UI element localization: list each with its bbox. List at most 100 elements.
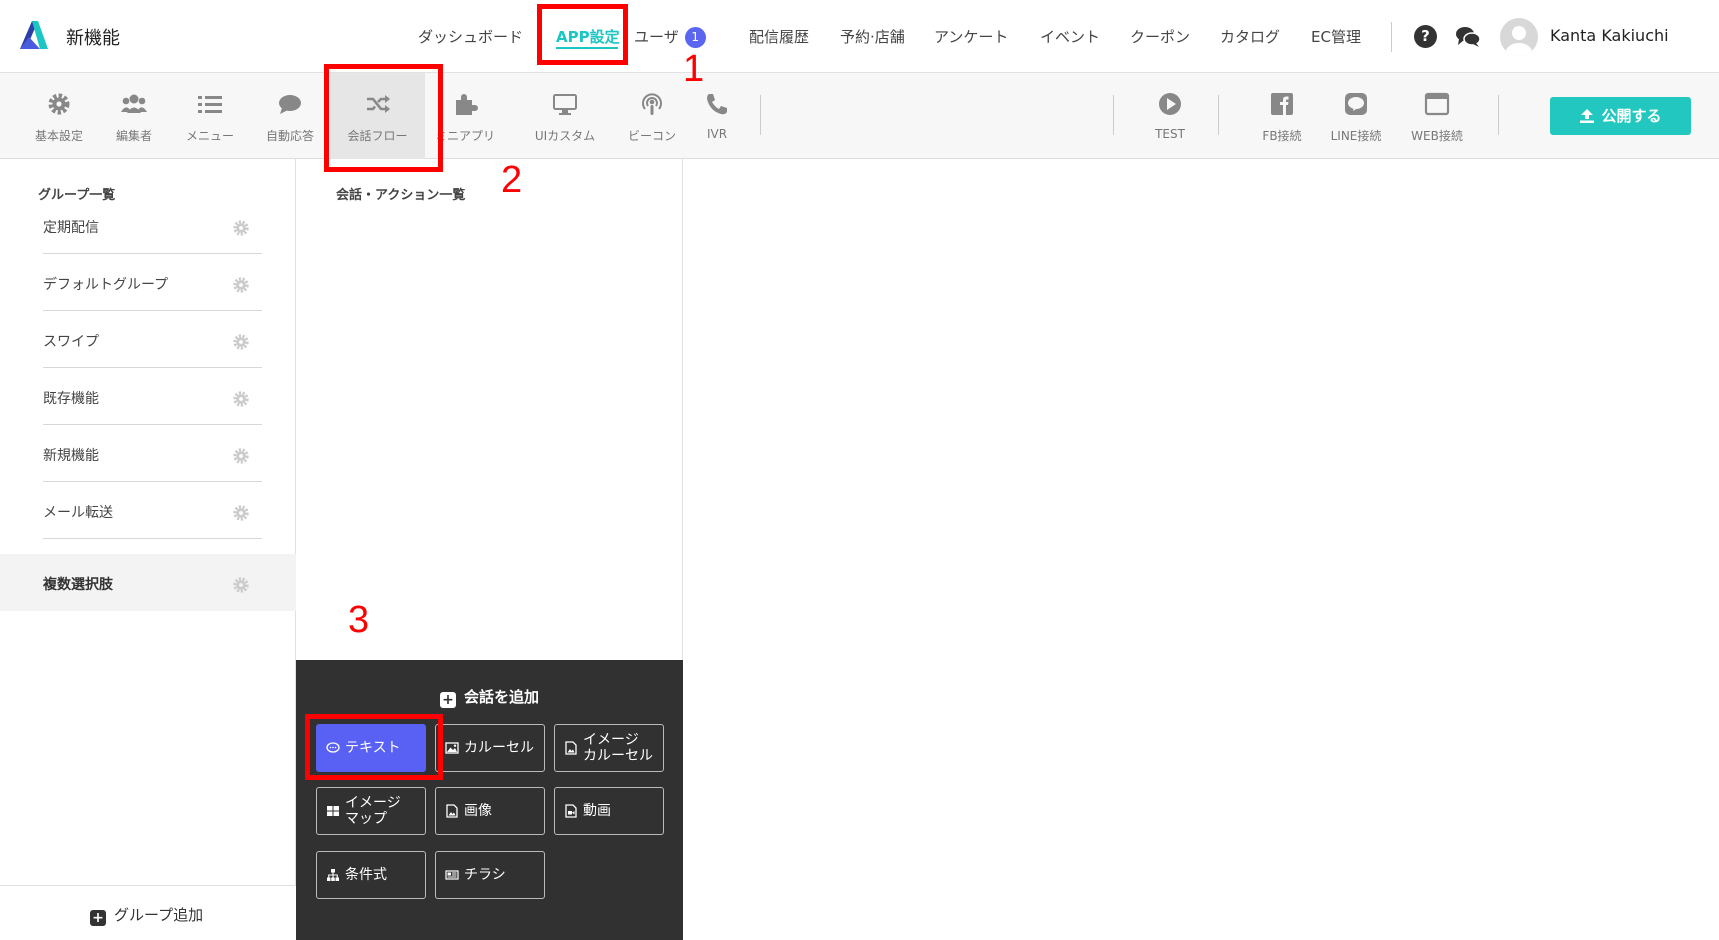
tool-test[interactable]: TEST [1130, 73, 1210, 159]
gear-icon[interactable] [232, 447, 250, 465]
tool-label: FB接続 [1262, 129, 1302, 143]
add-group-button[interactable]: + グループ追加 [0, 885, 296, 940]
button-label: カルーセル [464, 740, 534, 756]
puzzle-icon [456, 94, 478, 115]
file-image-icon [446, 804, 458, 818]
button-label: 動画 [583, 803, 611, 819]
play-icon [1159, 93, 1181, 115]
group-item[interactable]: 既存機能 [0, 368, 296, 425]
add-condition-button[interactable]: 条件式 [316, 851, 426, 899]
tool-basic-settings[interactable]: 基本設定 [20, 73, 98, 159]
tool-menu[interactable]: メニュー [170, 73, 250, 159]
group-item[interactable]: スワイプ [0, 311, 296, 368]
group-item[interactable]: 定期配信 [0, 197, 296, 254]
tool-label: 自動応答 [265, 129, 314, 143]
nav-coupons[interactable]: クーポン [1130, 26, 1190, 47]
gear-icon[interactable] [232, 276, 250, 294]
button-label: 画像 [464, 803, 492, 819]
gear-icon[interactable] [232, 576, 250, 594]
add-image-carousel-button[interactable]: イメージ カルーセル [554, 724, 664, 772]
plus-square-icon: + [90, 910, 106, 926]
nav-reservations[interactable]: 予約·店舗 [840, 26, 905, 47]
group-item[interactable]: メール転送 [0, 482, 296, 539]
line-icon [1345, 93, 1367, 115]
top-navigation: 新機能 ダッシュボード APP設定 ユーザ 1 配信履歴 予約·店舗 アンケート … [0, 0, 1719, 73]
nav-events[interactable]: イベント [1040, 26, 1100, 47]
annotation-number-1: 1 [683, 48, 705, 90]
add-conversation-panel: + 会話を追加 テキスト カルーセル イメージ カルーセル イメージ マップ 画像 動… [296, 660, 683, 940]
gear-icon[interactable] [232, 504, 250, 522]
gear-icon[interactable] [232, 390, 250, 408]
toolbar-separator [760, 95, 761, 135]
group-sidebar: グループ一覧 定期配信 デフォルトグループ スワイプ 既存機能 新規機能 メール… [0, 159, 296, 940]
file-video-icon [565, 804, 577, 818]
nav-catalog[interactable]: カタログ [1220, 26, 1280, 47]
tool-label: UIカスタム [534, 129, 596, 143]
add-imagemap-button[interactable]: イメージ マップ [316, 787, 426, 835]
tool-label: TEST [1155, 127, 1185, 141]
annotation-number-2: 2 [501, 159, 523, 201]
help-icon[interactable]: ? [1414, 25, 1437, 48]
button-label-two-line: イメージ カルーセル [583, 732, 653, 764]
button-label-line2: マップ [345, 811, 387, 827]
publish-label: 公開する [1601, 107, 1662, 125]
nav-ec-management[interactable]: EC管理 [1311, 26, 1361, 47]
toolbar-separator [1218, 95, 1219, 135]
annotation-number-3: 3 [348, 599, 370, 641]
gear-icon[interactable] [232, 219, 250, 237]
group-item[interactable]: 新規機能 [0, 425, 296, 482]
upload-icon [1580, 109, 1595, 123]
user-silhouette-icon [1506, 26, 1532, 56]
group-label: 定期配信 [43, 220, 99, 236]
app-title: 新機能 [66, 28, 120, 49]
user-avatar[interactable] [1500, 18, 1538, 56]
button-label: チラシ [464, 867, 506, 883]
nav-users[interactable]: ユーザ 1 [634, 26, 706, 48]
button-label: 条件式 [345, 867, 387, 883]
nav-survey[interactable]: アンケート [934, 26, 1008, 47]
tool-label: 編集者 [115, 129, 152, 143]
add-group-label: グループ追加 [114, 906, 204, 924]
tool-line-connect[interactable]: LINE接続 [1316, 73, 1396, 159]
nav-dashboard[interactable]: ダッシュボード [418, 26, 523, 47]
tool-label: LINE接続 [1330, 129, 1382, 143]
tool-auto-reply[interactable]: 自動応答 [250, 73, 330, 159]
group-item[interactable]: デフォルトグループ [0, 254, 296, 311]
nav-delivery-history[interactable]: 配信履歴 [749, 26, 809, 47]
tool-ui-custom[interactable]: UIカスタム [525, 73, 605, 159]
tool-web-connect[interactable]: WEB接続 [1397, 73, 1477, 159]
toolbar-separator [1113, 95, 1114, 135]
podcast-icon [642, 93, 662, 115]
publish-button[interactable]: 公開する [1550, 97, 1691, 135]
app-logo-icon[interactable] [18, 19, 50, 51]
nav-users-label: ユーザ [634, 28, 679, 46]
user-name[interactable]: Kanta Kakiuchi [1550, 26, 1669, 45]
facebook-icon [1271, 93, 1293, 115]
toolbar-separator [1498, 95, 1499, 135]
monitor-icon [553, 94, 577, 115]
phone-icon [707, 94, 727, 115]
add-video-button[interactable]: 動画 [554, 787, 664, 835]
group-label: 新規機能 [43, 448, 99, 464]
comments-icon [279, 95, 301, 114]
add-image-button[interactable]: 画像 [435, 787, 545, 835]
tool-beacon[interactable]: ビーコン [612, 73, 692, 159]
add-flyer-button[interactable]: チラシ [435, 851, 545, 899]
tool-editors[interactable]: 編集者 [98, 73, 170, 159]
list-icon [198, 96, 222, 113]
sitemap-icon [327, 869, 339, 881]
tool-label: IVR [706, 127, 728, 141]
add-carousel-button[interactable]: カルーセル [435, 724, 545, 772]
chat-icon[interactable] [1455, 26, 1481, 48]
users-icon [121, 94, 147, 113]
add-conversation-label: 会話を追加 [463, 688, 539, 706]
group-item-selected[interactable]: 複数選択肢 [0, 554, 296, 611]
tool-fb-connect[interactable]: FB接続 [1242, 73, 1322, 159]
conversation-action-list: 会話・アクション一覧 + 会話を追加 テキスト カルーセル イメージ カルーセル イ… [296, 159, 683, 940]
conversation-list-heading: 会話・アクション一覧 [336, 188, 466, 203]
group-label: スワイプ [43, 334, 99, 350]
grid-icon [327, 806, 339, 816]
newspaper-icon [445, 870, 459, 880]
gear-icon[interactable] [232, 333, 250, 351]
divider [43, 538, 262, 539]
